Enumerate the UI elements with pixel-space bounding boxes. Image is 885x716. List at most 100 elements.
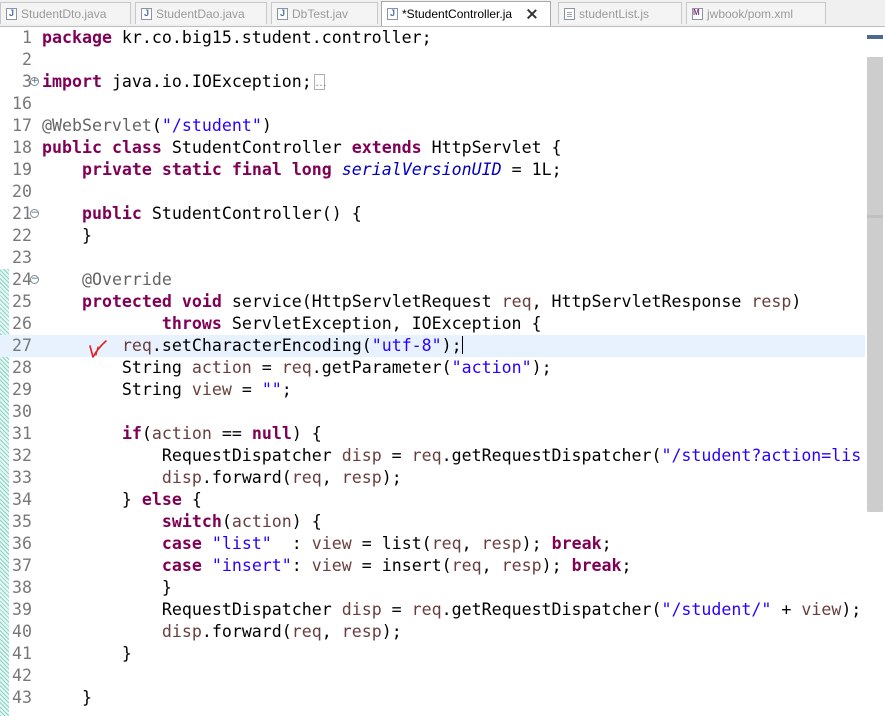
line-number: 29 (12, 380, 32, 399)
line-number: 3 (22, 72, 32, 91)
code-text: case "insert": view = insert(req, resp);… (161, 556, 632, 575)
code-line[interactable]: 22 } (0, 225, 865, 247)
line-number: 42 (12, 666, 32, 685)
line-number: 33 (12, 468, 32, 487)
code-text: } (42, 578, 172, 597)
line-number: 1 (22, 28, 32, 47)
code-line[interactable]: 33 disp.forward(req, resp); (0, 467, 865, 489)
java-file-icon (277, 7, 288, 20)
code-line[interactable]: 31 if(action == null) { (0, 423, 865, 445)
line-number: 23 (12, 248, 32, 267)
line-number: 38 (12, 578, 32, 597)
code-text: String action = req.getParameter("action… (42, 358, 552, 377)
code-line[interactable]: 39 RequestDispatcher disp = req.getReque… (0, 599, 865, 621)
code-editor[interactable]: 1 package kr.co.big15.student.controller… (0, 27, 865, 716)
code-line[interactable]: 26 throws ServletException, IOException … (0, 313, 865, 335)
code-line[interactable]: 17 @WebServlet("/student") (0, 115, 865, 137)
code-text: req.setCharacterEncoding("utf-8"); (121, 336, 463, 355)
code-line[interactable]: 23 (0, 247, 865, 269)
tab-studentcontroller[interactable]: *StudentController.ja (381, 1, 551, 26)
line-number: 17 (12, 116, 32, 135)
code-line[interactable]: 25 protected void service(HttpServletReq… (0, 291, 865, 313)
code-line[interactable]: 36 case "list" : view = list(req, resp);… (0, 533, 865, 555)
code-line[interactable]: 30 (0, 401, 865, 423)
tab-studentlist[interactable]: studentList.js (558, 2, 682, 24)
code-line[interactable]: 2 (0, 49, 865, 71)
tab-label: StudentDao.java (156, 6, 245, 21)
code-line[interactable]: 21 − public StudentController() { (0, 203, 865, 225)
collapse-fold-icon[interactable]: − (30, 209, 39, 218)
code-text: String view = ""; (42, 380, 292, 399)
code-text: } (42, 226, 92, 245)
code-text: disp.forward(req, resp); (161, 468, 402, 487)
code-line[interactable]: 18 public class StudentController extend… (0, 137, 865, 159)
code-text: if(action == null) { (121, 424, 322, 443)
code-line[interactable]: 32 RequestDispatcher disp = req.getReque… (0, 445, 865, 467)
tab-label: jwbook/pom.xml (707, 6, 794, 21)
expand-fold-icon[interactable]: + (30, 77, 39, 86)
vertical-scrollbar[interactable] (865, 27, 885, 716)
code-text: public StudentController() { (81, 204, 362, 223)
line-number: 43 (12, 688, 32, 707)
code-line[interactable]: 42 (0, 665, 865, 687)
code-line[interactable]: 35 switch(action) { (0, 511, 865, 533)
code-line[interactable]: 19 private static final long serialVersi… (0, 159, 865, 181)
code-line[interactable]: 37 case "insert": view = insert(req, res… (0, 555, 865, 577)
code-text: } else { (42, 490, 202, 509)
code-line[interactable]: 28 String action = req.getParameter("act… (0, 357, 865, 379)
line-number: 20 (12, 182, 32, 201)
code-text: @Override (81, 270, 172, 289)
editor-tab-bar: StudentDto.java StudentDao.java DbTest.j… (0, 0, 885, 27)
line-number: 30 (12, 402, 32, 421)
line-number: 27 (12, 336, 32, 355)
code-line[interactable]: 29 String view = ""; (0, 379, 865, 401)
code-text: } (42, 688, 92, 707)
collapse-fold-icon[interactable]: − (30, 275, 39, 284)
code-line[interactable]: 34 } else { (0, 489, 865, 511)
tab-dbtest[interactable]: DbTest.jav (271, 2, 378, 24)
overview-ruler-marker[interactable] (867, 35, 883, 39)
code-text: protected void service(HttpServletReques… (81, 292, 802, 311)
code-line[interactable]: 20 (0, 181, 865, 203)
line-number: 2 (22, 50, 32, 69)
code-keyword: package (42, 28, 112, 47)
line-number: 21 (12, 204, 32, 223)
line-number: 40 (12, 622, 32, 641)
tab-studentdto[interactable]: StudentDto.java (0, 2, 131, 24)
code-line[interactable]: 16 (0, 93, 865, 115)
code-text: @WebServlet("/student") (42, 116, 272, 135)
line-number: 39 (12, 600, 32, 619)
scrollbar-thumb[interactable] (867, 57, 883, 512)
line-number: 19 (12, 160, 32, 179)
line-number: 32 (12, 446, 32, 465)
code-line[interactable]: 43 } (0, 687, 865, 709)
tab-label: *StudentController.ja (402, 7, 513, 21)
code-text: import java.io.IOException; (42, 71, 326, 93)
code-line[interactable]: 24 − @Override (0, 269, 865, 291)
code-line[interactable]: 1 package kr.co.big15.student.controller… (0, 27, 865, 49)
code-text: throws ServletException, IOException { (161, 314, 542, 333)
line-number: 28 (12, 358, 32, 377)
line-number: 36 (12, 534, 32, 553)
code-line[interactable]: 3 + import java.io.IOException; (0, 71, 865, 93)
close-tab-icon[interactable] (526, 8, 538, 20)
line-number: 25 (12, 292, 32, 311)
code-line[interactable]: 41 } (0, 643, 865, 665)
overview-ruler-marker[interactable] (867, 215, 883, 218)
java-file-icon (387, 8, 398, 20)
code-line-current[interactable]: 27 req.setCharacterEncoding("utf-8"); (0, 335, 865, 358)
folded-code-icon[interactable] (313, 74, 326, 90)
java-file-icon (141, 7, 152, 20)
tab-pom[interactable]: jwbook/pom.xml (686, 2, 826, 24)
code-line[interactable]: 40 disp.forward(req, resp); (0, 621, 865, 643)
code-text: RequestDispatcher disp = req.getRequestD… (42, 446, 862, 465)
line-number: 35 (12, 512, 32, 531)
tab-studentdao[interactable]: StudentDao.java (135, 2, 267, 24)
line-number: 26 (12, 314, 32, 333)
code-text: switch(action) { (161, 512, 322, 531)
code-line[interactable]: 38 } (0, 577, 865, 599)
code-text: RequestDispatcher disp = req.getRequestD… (42, 600, 862, 619)
maven-file-icon (692, 7, 703, 20)
code-text: private static final long serialVersionU… (81, 160, 562, 179)
code-text: case "list" : view = list(req, resp); br… (161, 534, 612, 553)
